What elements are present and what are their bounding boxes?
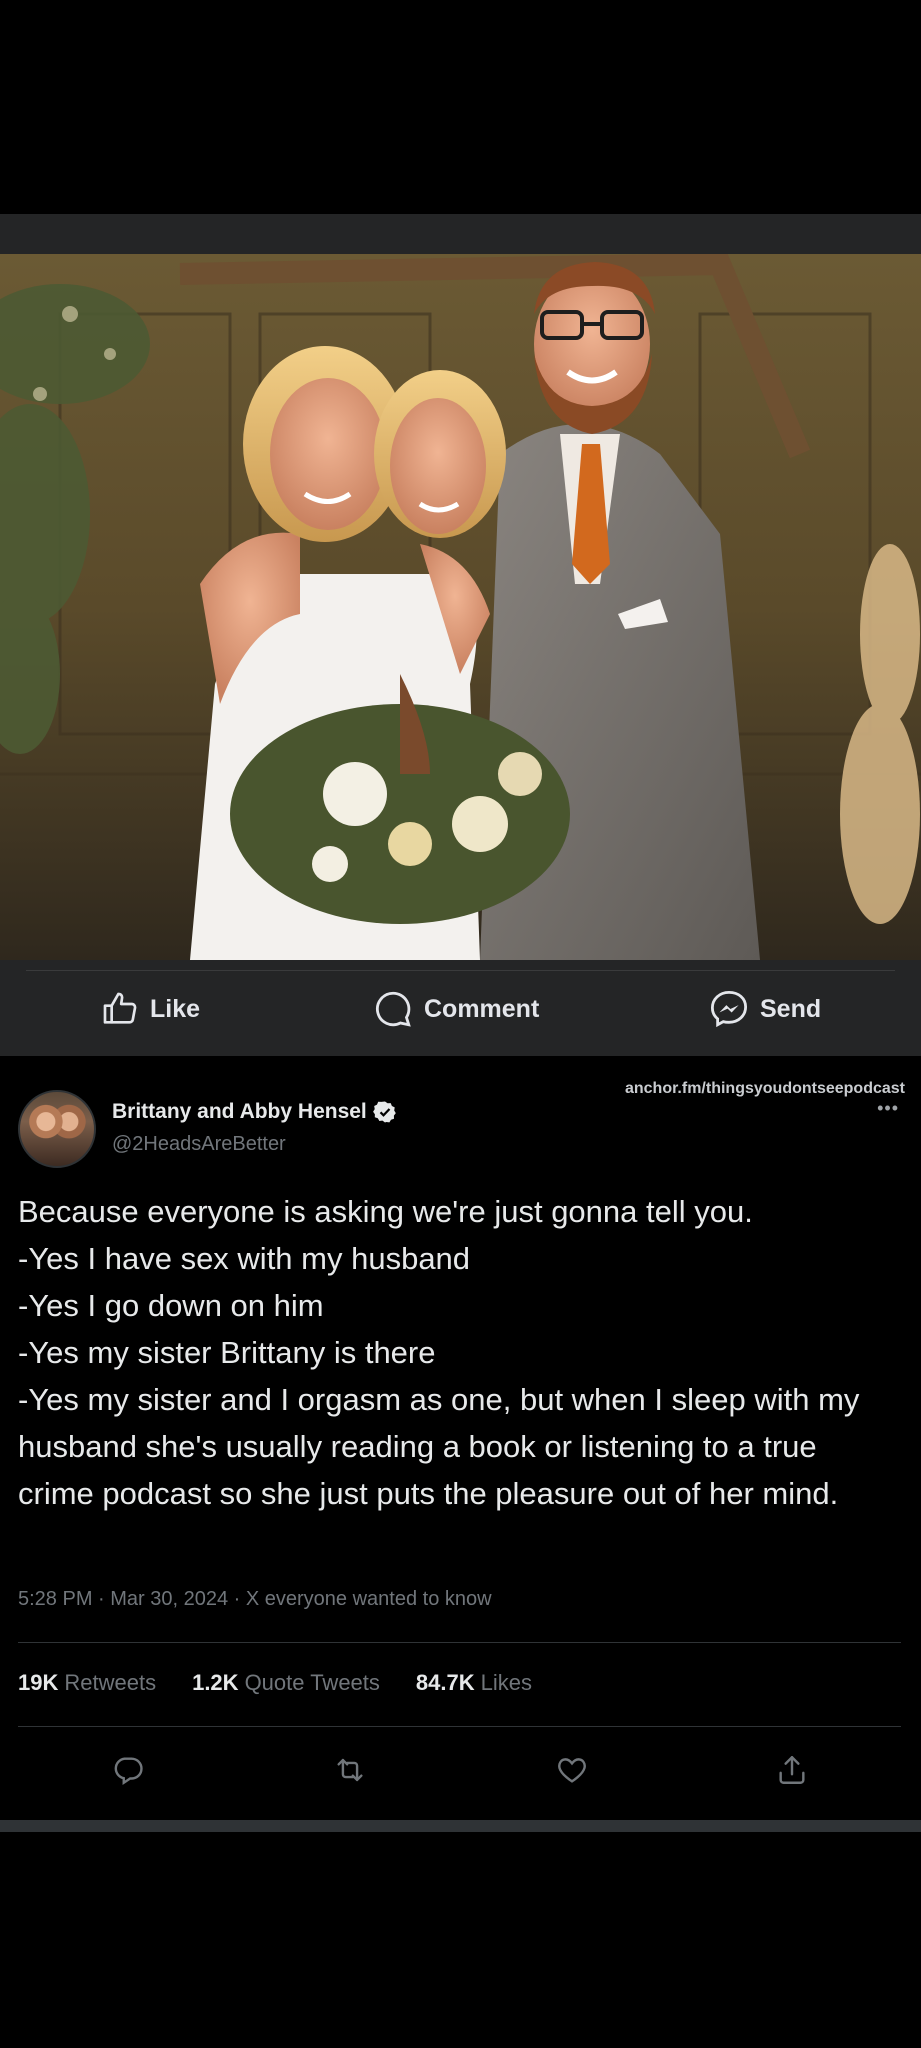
reply-icon[interactable] bbox=[108, 1750, 148, 1790]
retweets-stat[interactable]: 19K Retweets bbox=[18, 1670, 156, 1696]
quote-tweets-stat[interactable]: 1.2K Quote Tweets bbox=[192, 1670, 380, 1696]
avatar[interactable] bbox=[18, 1090, 96, 1168]
send-button[interactable]: Send bbox=[708, 984, 821, 1034]
podcast-watermark: anchor.fm/thingsyoudontseepodcast bbox=[624, 1080, 905, 1097]
more-options-icon[interactable]: ••• bbox=[877, 1098, 899, 1119]
comment-label: Comment bbox=[424, 994, 540, 1023]
like-label: Like bbox=[150, 994, 201, 1023]
verified-badge-icon bbox=[372, 1100, 397, 1124]
facebook-post-card: Like Comment Send bbox=[0, 214, 921, 1056]
comment-bubble-icon bbox=[372, 988, 414, 1030]
tweet-timestamp[interactable]: 5:28 PM · Mar 30, 2024 · X everyone want… bbox=[18, 1588, 492, 1611]
display-name[interactable]: Brittany and Abby Hensel bbox=[112, 1100, 367, 1124]
likes-stat[interactable]: 84.7K Likes bbox=[416, 1670, 532, 1696]
like-icon[interactable] bbox=[552, 1750, 592, 1790]
send-label: Send bbox=[760, 994, 822, 1023]
wedding-photo[interactable] bbox=[0, 254, 921, 960]
thumbs-up-icon bbox=[100, 989, 140, 1029]
comment-button[interactable]: Comment bbox=[372, 984, 539, 1034]
tweet-body: Because everyone is asking we're just go… bbox=[18, 1194, 860, 1511]
tweet-card: anchor.fm/thingsyoudontseepodcast ••• Br… bbox=[0, 1070, 921, 1825]
handle[interactable]: @2HeadsAreBetter bbox=[112, 1133, 286, 1156]
action-divider bbox=[26, 970, 895, 971]
share-icon[interactable] bbox=[772, 1750, 812, 1790]
divider bbox=[18, 1642, 901, 1643]
tweet-stats: 19K Retweets 1.2K Quote Tweets 84.7K Likes bbox=[18, 1670, 532, 1696]
retweet-icon[interactable] bbox=[330, 1750, 370, 1790]
tweet-action-bar bbox=[0, 1750, 921, 1800]
facebook-action-bar: Like Comment Send bbox=[0, 984, 921, 1034]
divider bbox=[18, 1726, 901, 1727]
author-name-row: Brittany and Abby Hensel bbox=[112, 1100, 397, 1124]
like-button[interactable]: Like bbox=[100, 984, 200, 1034]
tweet-bottom-border bbox=[0, 1820, 921, 1832]
messenger-icon bbox=[708, 988, 750, 1030]
